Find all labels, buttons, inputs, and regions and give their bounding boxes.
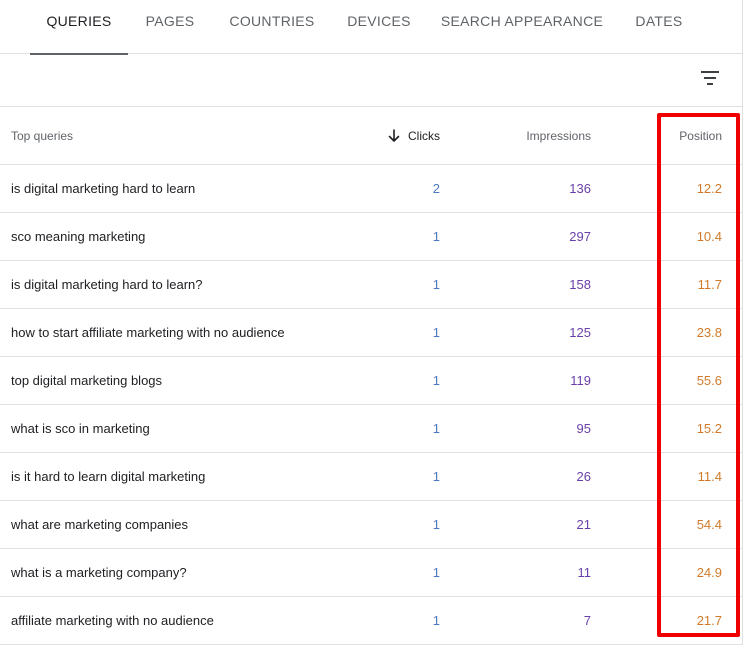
table-row[interactable]: is digital marketing hard to learn 2 136… [0,165,743,213]
tab-dates[interactable]: DATES [628,0,690,54]
query-cell: is digital marketing hard to learn [11,181,196,196]
header-clicks[interactable]: Clicks [388,107,440,164]
table-row[interactable]: top digital marketing blogs 1 119 55.6 [0,357,743,405]
query-cell: what is sco in marketing [11,421,150,436]
impressions-cell: 21 [576,517,591,532]
query-cell: what is a marketing company? [11,565,187,580]
table-row[interactable]: is digital marketing hard to learn? 1 15… [0,261,743,309]
impressions-cell: 297 [569,229,591,244]
impressions-cell: 26 [576,469,591,484]
report-tabs: QUERIES PAGES COUNTRIES DEVICES SEARCH A… [0,0,743,55]
table-row[interactable]: what is a marketing company? 1 11 24.9 [0,549,743,597]
table-row[interactable]: sco meaning marketing 1 297 10.4 [0,213,743,261]
table-header: Top queries Clicks Impressions Position [0,107,743,165]
filter-icon[interactable] [699,70,721,88]
clicks-cell: 2 [432,181,440,196]
clicks-cell: 1 [432,469,440,484]
filter-bar [0,54,743,107]
impressions-cell: 125 [569,325,591,340]
table-row[interactable]: how to start affiliate marketing with no… [0,309,743,357]
header-top-queries[interactable]: Top queries [11,107,331,164]
impressions-cell: 11 [577,565,592,580]
clicks-cell: 1 [432,613,440,628]
clicks-cell: 1 [432,373,440,388]
query-cell: is digital marketing hard to learn? [11,277,203,292]
impressions-cell: 136 [569,181,591,196]
clicks-cell: 1 [432,565,440,580]
query-cell: is it hard to learn digital marketing [11,469,206,484]
query-cell: what are marketing companies [11,517,189,532]
clicks-cell: 1 [432,277,440,292]
impressions-cell: 158 [569,277,591,292]
tab-queries[interactable]: QUERIES [30,0,128,55]
tab-pages[interactable]: PAGES [136,0,204,54]
tab-devices[interactable]: DEVICES [340,0,418,54]
position-column-highlight [657,113,740,637]
table-row[interactable]: what is sco in marketing 1 95 15.2 [0,405,743,453]
clicks-cell: 1 [432,325,440,340]
impressions-cell: 119 [570,373,591,388]
tab-countries[interactable]: COUNTRIES [222,0,322,54]
clicks-cell: 1 [432,229,440,244]
query-cell: sco meaning marketing [11,229,146,244]
query-cell: affiliate marketing with no audience [11,613,214,628]
table-row[interactable]: affiliate marketing with no audience 1 7… [0,597,743,645]
tab-search-appearance[interactable]: SEARCH APPEARANCE [440,0,604,54]
clicks-cell: 1 [432,421,440,436]
arrow-down-icon [388,128,400,142]
queries-table: Top queries Clicks Impressions Position … [0,107,743,645]
query-cell: top digital marketing blogs [11,373,163,388]
clicks-cell: 1 [432,517,440,532]
impressions-cell: 95 [576,421,591,436]
table-row[interactable]: what are marketing companies 1 21 54.4 [0,501,743,549]
impressions-cell: 7 [583,613,591,628]
query-cell: how to start affiliate marketing with no… [11,325,285,340]
header-impressions[interactable]: Impressions [526,107,591,164]
table-row[interactable]: is it hard to learn digital marketing 1 … [0,453,743,501]
header-clicks-label: Clicks [408,128,440,143]
